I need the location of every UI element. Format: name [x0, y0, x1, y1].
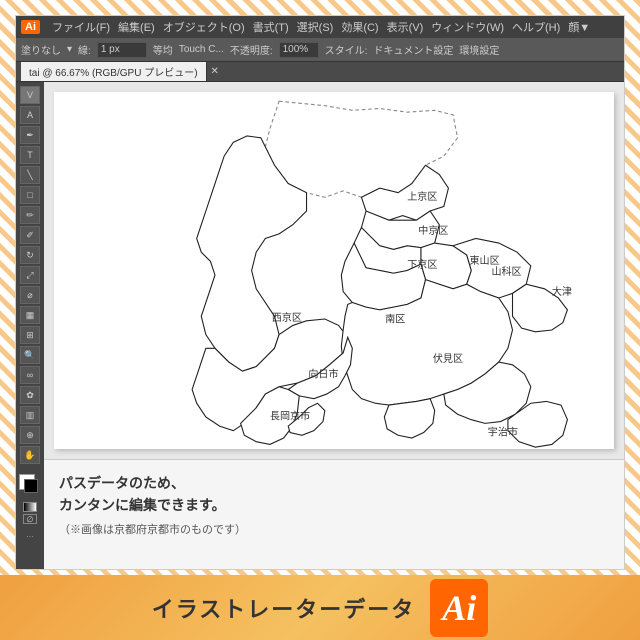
tab-bar: tai @ 66.67% (RGB/GPU プレビュー) ✕	[16, 62, 624, 82]
tool-mesh[interactable]: ⊞	[20, 326, 40, 344]
content-area: Ai ファイル(F) 編集(E) オブジェクト(O) 書式(T) 選択(S) 効…	[15, 15, 625, 570]
stroke-input[interactable]	[97, 42, 147, 58]
none-icon[interactable]: ∅	[23, 514, 37, 524]
env-settings-btn[interactable]: 環境設定	[459, 42, 499, 57]
menu-window[interactable]: ウィンドウ(W)	[431, 19, 504, 35]
app-logo: Ai	[21, 20, 40, 34]
page-wrapper: Ai ファイル(F) 編集(E) オブジェクト(O) 書式(T) 選択(S) 効…	[0, 0, 640, 640]
menu-object[interactable]: オブジェクト(O)	[163, 19, 245, 35]
info-main-text: パスデータのため、 カンタンに編集できます。	[59, 472, 609, 517]
tool-bar-chart[interactable]: ▥	[20, 406, 40, 424]
label-muko: 向日市	[308, 368, 338, 381]
tool-symbol[interactable]: ✿	[20, 386, 40, 404]
tool-scale[interactable]: ⤢	[20, 266, 40, 284]
toolbar-row: 塗りなし ▾ 線: 等均 Touch C... 不透明度: スタイル: ドキュメ…	[16, 38, 624, 62]
menu-format[interactable]: 書式(T)	[253, 19, 289, 35]
map-paper: 上京区 中京区 下京区 東山区 山科区 西京区 南区 伏見区 向日市 長岡京市 …	[54, 92, 614, 449]
tool-hand[interactable]: ✋	[20, 446, 40, 464]
tool-line[interactable]: ╲	[20, 166, 40, 184]
color-swatches[interactable]	[19, 474, 41, 496]
stroke-label: 線:	[78, 42, 91, 57]
opacity-input[interactable]	[279, 42, 319, 58]
label-higashiyama: 東山区	[469, 254, 499, 267]
banner-text: イラストレーターデータ	[152, 592, 416, 624]
menu-extra[interactable]: 顔▼	[568, 19, 590, 35]
menubar: Ai ファイル(F) 編集(E) オブジェクト(O) 書式(T) 選択(S) 効…	[16, 16, 624, 38]
style-label: スタイル:	[325, 42, 368, 57]
menu-file[interactable]: ファイル(F)	[52, 19, 110, 35]
menu-effect[interactable]: 効果(C)	[341, 19, 378, 35]
tool-direct-select[interactable]: A	[20, 106, 40, 124]
active-tab[interactable]: tai @ 66.67% (RGB/GPU プレビュー)	[21, 62, 207, 81]
label-otsu: 大津	[552, 285, 572, 298]
tool-paintbrush[interactable]: ✏	[20, 206, 40, 224]
tool-warp[interactable]: ⌀	[20, 286, 40, 304]
tool-select[interactable]: V	[20, 86, 40, 104]
label-fushimi: 伏見区	[433, 352, 463, 365]
label-nishikyo: 西京区	[272, 311, 302, 324]
label-minami: 南区	[385, 313, 405, 326]
map-svg: 上京区 中京区 下京区 東山区 山科区 西京区 南区 伏見区 向日市 長岡京市 …	[54, 92, 614, 449]
toolbar-sep: ▾	[67, 44, 72, 55]
stroke-swatch[interactable]	[24, 479, 38, 493]
info-box: パスデータのため、 カンタンに編集できます。 （※画像は京都府京都市のものです）	[44, 459, 624, 569]
opacity-label: 不透明度:	[230, 42, 273, 57]
tool-type[interactable]: T	[20, 146, 40, 164]
tool-blend[interactable]: ∞	[20, 366, 40, 384]
tool-pen[interactable]: ✒	[20, 126, 40, 144]
tool-zoom[interactable]: ⊕	[20, 426, 40, 444]
tool-rotate[interactable]: ↻	[20, 246, 40, 264]
map-canvas: 上京区 中京区 下京区 東山区 山科区 西京区 南区 伏見区 向日市 長岡京市 …	[44, 82, 624, 459]
menu-view[interactable]: 表示(V)	[387, 19, 424, 35]
menu-help[interactable]: ヘルプ(H)	[512, 19, 560, 35]
tab-close[interactable]: ✕	[211, 66, 219, 77]
tool-pencil[interactable]: ✐	[20, 226, 40, 244]
label-uji: 宇治市	[488, 425, 518, 438]
doc-settings-btn[interactable]: ドキュメント設定	[373, 42, 453, 57]
label-nakagyo: 中京区	[418, 224, 448, 237]
mode-label: 等均	[153, 42, 173, 57]
fill-label: 塗りなし	[21, 42, 61, 57]
touch-label: Touch C...	[179, 44, 224, 55]
tool-options[interactable]: ···	[26, 532, 34, 541]
label-kamigyo: 上京区	[407, 190, 437, 203]
menu-select[interactable]: 選択(S)	[297, 19, 334, 35]
tool-eyedropper[interactable]: 🔍	[20, 346, 40, 364]
tool-gradient[interactable]: ▦	[20, 306, 40, 324]
gradient-icon[interactable]	[23, 502, 37, 512]
ai-badge: Ai	[430, 579, 488, 637]
info-sub-text: （※画像は京都府京都市のものです）	[59, 521, 609, 537]
menu-edit[interactable]: 編集(E)	[118, 19, 155, 35]
color-mode-icons: ∅	[23, 502, 37, 524]
left-toolbar: V A ✒ T ╲ □ ✏ ✐ ↻ ⤢ ⌀ ▦ ⊞ 🔍 ∞ ✿ ▥ ⊕ ✋	[16, 82, 44, 569]
tool-rect[interactable]: □	[20, 186, 40, 204]
label-yamashina: 山科区	[491, 265, 521, 278]
bottom-banner: イラストレーターデータ Ai	[0, 575, 640, 640]
label-shimogyo: 下京区	[407, 258, 437, 271]
label-nagaokakyo: 長岡京市	[270, 410, 310, 423]
